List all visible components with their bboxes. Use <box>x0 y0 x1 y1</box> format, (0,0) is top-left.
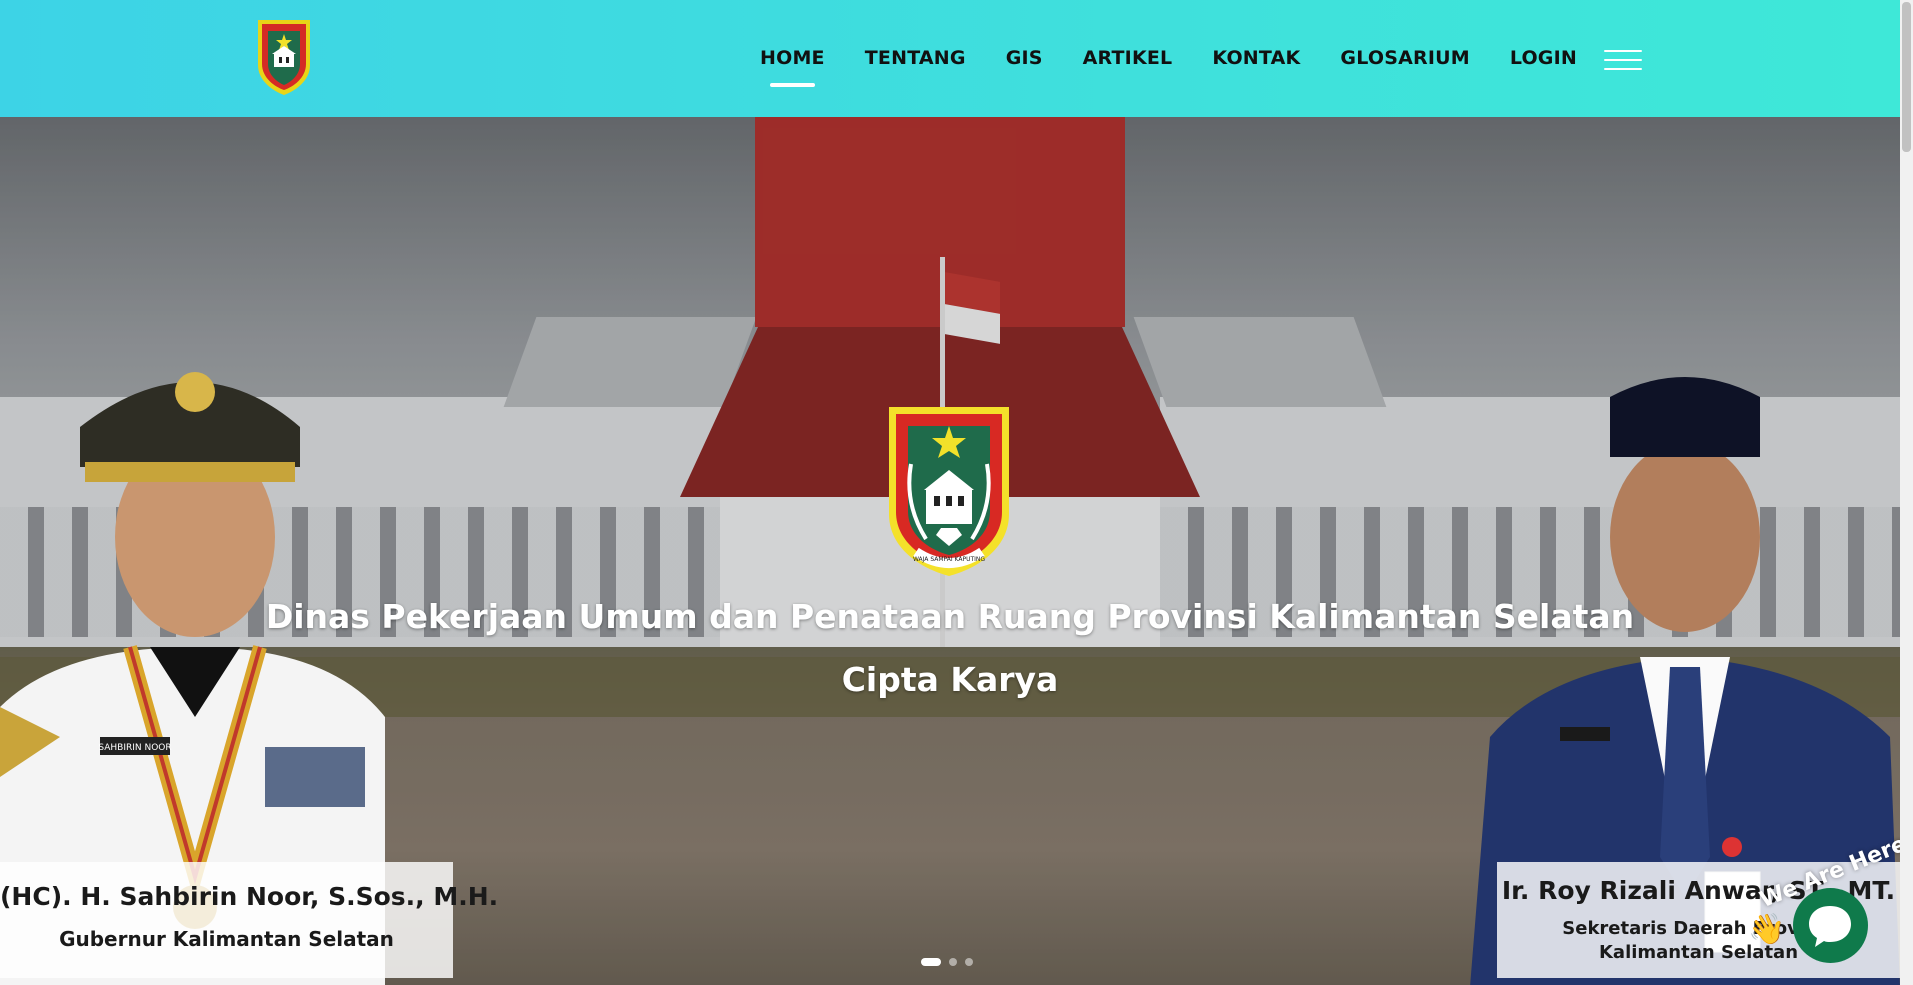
governor-name: (HC). H. Sahbirin Noor, S.Sos., M.H. <box>0 882 499 911</box>
slide-dot-2[interactable] <box>949 958 957 966</box>
nav-home[interactable]: HOME <box>760 0 825 117</box>
nav-login[interactable]: LOGIN <box>1510 0 1577 117</box>
name-tag: SAHBIRIN NOOR <box>98 743 171 753</box>
main-nav: HOME TENTANG GIS ARTIKEL KONTAK GLOSARIU… <box>760 0 1617 117</box>
hero-title: Dinas Pekerjaan Umum dan Penataan Ruang … <box>265 597 1635 636</box>
chat-launcher-button[interactable] <box>1793 888 1868 963</box>
wave-hand-icon: 👋 <box>1748 912 1786 947</box>
page-scrollbar[interactable] <box>1900 0 1913 985</box>
hamburger-line <box>1604 59 1642 61</box>
hamburger-line <box>1604 50 1642 52</box>
hamburger-icon[interactable] <box>1604 50 1642 70</box>
hero-slider: SAHBIRIN NOOR WAJA SAMPAI KAPUTING Dinas… <box>0 117 1900 985</box>
emblem-motto: WAJA SAMPAI KAPUTING <box>913 556 985 563</box>
top-navbar: HOME TENTANG GIS ARTIKEL KONTAK GLOSARIU… <box>0 0 1900 117</box>
governor-caption: (HC). H. Sahbirin Noor, S.Sos., M.H. Gub… <box>0 862 499 978</box>
slide-dot-1[interactable] <box>921 958 941 966</box>
site-logo[interactable] <box>255 17 313 97</box>
scrollbar-thumb[interactable] <box>1902 2 1911 152</box>
nav-artikel[interactable]: ARTIKEL <box>1083 0 1173 117</box>
hero-subtitle: Cipta Karya <box>841 660 1059 699</box>
slide-dot-3[interactable] <box>965 958 973 966</box>
slider-pagination <box>921 958 981 966</box>
governor-title: Gubernur Kalimantan Selatan <box>59 927 394 951</box>
province-emblem: WAJA SAMPAI KAPUTING <box>889 407 1009 576</box>
nav-tentang[interactable]: TENTANG <box>865 0 966 117</box>
chat-bubble-icon <box>1809 906 1851 947</box>
nav-kontak[interactable]: KONTAK <box>1212 0 1300 117</box>
nav-gis[interactable]: GIS <box>1006 0 1043 117</box>
nav-glosarium[interactable]: GLOSARIUM <box>1340 0 1469 117</box>
hamburger-line <box>1604 68 1642 70</box>
